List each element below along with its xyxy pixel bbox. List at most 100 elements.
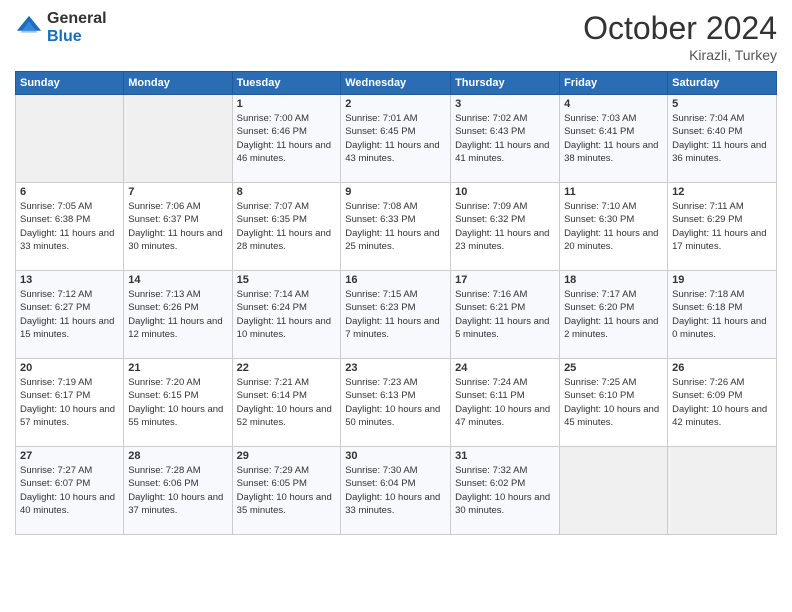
day-number: 25 xyxy=(564,362,663,374)
day-info: Sunrise: 7:25 AMSunset: 6:10 PMDaylight:… xyxy=(564,376,663,429)
header: General Blue October 2024 Kirazli, Turke… xyxy=(15,10,777,63)
day-info: Sunrise: 7:06 AMSunset: 6:37 PMDaylight:… xyxy=(128,200,227,253)
day-number: 11 xyxy=(564,186,663,198)
day-number: 12 xyxy=(672,186,772,198)
day-number: 2 xyxy=(345,98,446,110)
col-wednesday: Wednesday xyxy=(341,72,451,95)
calendar-cell-w5-d6 xyxy=(668,447,777,535)
calendar-cell-w2-d5: 11 Sunrise: 7:10 AMSunset: 6:30 PMDaylig… xyxy=(560,183,668,271)
calendar-cell-w2-d2: 8 Sunrise: 7:07 AMSunset: 6:35 PMDayligh… xyxy=(232,183,341,271)
day-number: 26 xyxy=(672,362,772,374)
col-saturday: Saturday xyxy=(668,72,777,95)
location-subtitle: Kirazli, Turkey xyxy=(583,47,777,63)
calendar-cell-w4-d1: 21 Sunrise: 7:20 AMSunset: 6:15 PMDaylig… xyxy=(124,359,232,447)
day-number: 31 xyxy=(455,450,555,462)
day-info: Sunrise: 7:29 AMSunset: 6:05 PMDaylight:… xyxy=(237,464,337,517)
day-info: Sunrise: 7:00 AMSunset: 6:46 PMDaylight:… xyxy=(237,112,337,165)
day-number: 5 xyxy=(672,98,772,110)
col-tuesday: Tuesday xyxy=(232,72,341,95)
day-number: 3 xyxy=(455,98,555,110)
calendar-cell-w4-d3: 23 Sunrise: 7:23 AMSunset: 6:13 PMDaylig… xyxy=(341,359,451,447)
calendar-cell-w3-d6: 19 Sunrise: 7:18 AMSunset: 6:18 PMDaylig… xyxy=(668,271,777,359)
day-info: Sunrise: 7:19 AMSunset: 6:17 PMDaylight:… xyxy=(20,376,119,429)
day-number: 8 xyxy=(237,186,337,198)
calendar-cell-w1-d4: 3 Sunrise: 7:02 AMSunset: 6:43 PMDayligh… xyxy=(451,95,560,183)
calendar-cell-w3-d0: 13 Sunrise: 7:12 AMSunset: 6:27 PMDaylig… xyxy=(16,271,124,359)
col-friday: Friday xyxy=(560,72,668,95)
month-title: October 2024 xyxy=(583,10,777,47)
day-number: 14 xyxy=(128,274,227,286)
calendar-cell-w3-d3: 16 Sunrise: 7:15 AMSunset: 6:23 PMDaylig… xyxy=(341,271,451,359)
calendar-table: Sunday Monday Tuesday Wednesday Thursday… xyxy=(15,71,777,535)
calendar-cell-w3-d4: 17 Sunrise: 7:16 AMSunset: 6:21 PMDaylig… xyxy=(451,271,560,359)
day-number: 7 xyxy=(128,186,227,198)
calendar-cell-w5-d3: 30 Sunrise: 7:30 AMSunset: 6:04 PMDaylig… xyxy=(341,447,451,535)
day-number: 23 xyxy=(345,362,446,374)
calendar-cell-w1-d3: 2 Sunrise: 7:01 AMSunset: 6:45 PMDayligh… xyxy=(341,95,451,183)
day-number: 10 xyxy=(455,186,555,198)
calendar-cell-w1-d6: 5 Sunrise: 7:04 AMSunset: 6:40 PMDayligh… xyxy=(668,95,777,183)
day-info: Sunrise: 7:26 AMSunset: 6:09 PMDaylight:… xyxy=(672,376,772,429)
day-info: Sunrise: 7:20 AMSunset: 6:15 PMDaylight:… xyxy=(128,376,227,429)
title-block: October 2024 Kirazli, Turkey xyxy=(583,10,777,63)
day-info: Sunrise: 7:11 AMSunset: 6:29 PMDaylight:… xyxy=(672,200,772,253)
logo: General Blue xyxy=(15,10,107,45)
col-thursday: Thursday xyxy=(451,72,560,95)
day-info: Sunrise: 7:15 AMSunset: 6:23 PMDaylight:… xyxy=(345,288,446,341)
day-info: Sunrise: 7:30 AMSunset: 6:04 PMDaylight:… xyxy=(345,464,446,517)
calendar-cell-w3-d1: 14 Sunrise: 7:13 AMSunset: 6:26 PMDaylig… xyxy=(124,271,232,359)
day-info: Sunrise: 7:14 AMSunset: 6:24 PMDaylight:… xyxy=(237,288,337,341)
calendar-cell-w4-d0: 20 Sunrise: 7:19 AMSunset: 6:17 PMDaylig… xyxy=(16,359,124,447)
week-row-2: 6 Sunrise: 7:05 AMSunset: 6:38 PMDayligh… xyxy=(16,183,777,271)
day-number: 30 xyxy=(345,450,446,462)
week-row-1: 1 Sunrise: 7:00 AMSunset: 6:46 PMDayligh… xyxy=(16,95,777,183)
week-row-3: 13 Sunrise: 7:12 AMSunset: 6:27 PMDaylig… xyxy=(16,271,777,359)
day-number: 29 xyxy=(237,450,337,462)
day-info: Sunrise: 7:16 AMSunset: 6:21 PMDaylight:… xyxy=(455,288,555,341)
day-info: Sunrise: 7:09 AMSunset: 6:32 PMDaylight:… xyxy=(455,200,555,253)
calendar-cell-w4-d6: 26 Sunrise: 7:26 AMSunset: 6:09 PMDaylig… xyxy=(668,359,777,447)
day-number: 27 xyxy=(20,450,119,462)
day-info: Sunrise: 7:17 AMSunset: 6:20 PMDaylight:… xyxy=(564,288,663,341)
day-number: 28 xyxy=(128,450,227,462)
day-info: Sunrise: 7:18 AMSunset: 6:18 PMDaylight:… xyxy=(672,288,772,341)
day-number: 1 xyxy=(237,98,337,110)
day-info: Sunrise: 7:04 AMSunset: 6:40 PMDaylight:… xyxy=(672,112,772,165)
day-number: 9 xyxy=(345,186,446,198)
day-number: 15 xyxy=(237,274,337,286)
day-info: Sunrise: 7:02 AMSunset: 6:43 PMDaylight:… xyxy=(455,112,555,165)
calendar-cell-w1-d1 xyxy=(124,95,232,183)
calendar-cell-w3-d5: 18 Sunrise: 7:17 AMSunset: 6:20 PMDaylig… xyxy=(560,271,668,359)
calendar-cell-w4-d5: 25 Sunrise: 7:25 AMSunset: 6:10 PMDaylig… xyxy=(560,359,668,447)
day-info: Sunrise: 7:03 AMSunset: 6:41 PMDaylight:… xyxy=(564,112,663,165)
day-number: 18 xyxy=(564,274,663,286)
day-info: Sunrise: 7:08 AMSunset: 6:33 PMDaylight:… xyxy=(345,200,446,253)
logo-general: General xyxy=(47,10,107,28)
day-number: 6 xyxy=(20,186,119,198)
day-info: Sunrise: 7:12 AMSunset: 6:27 PMDaylight:… xyxy=(20,288,119,341)
calendar-cell-w4-d4: 24 Sunrise: 7:24 AMSunset: 6:11 PMDaylig… xyxy=(451,359,560,447)
calendar-cell-w2-d3: 9 Sunrise: 7:08 AMSunset: 6:33 PMDayligh… xyxy=(341,183,451,271)
day-info: Sunrise: 7:32 AMSunset: 6:02 PMDaylight:… xyxy=(455,464,555,517)
calendar-cell-w2-d0: 6 Sunrise: 7:05 AMSunset: 6:38 PMDayligh… xyxy=(16,183,124,271)
calendar-cell-w2-d4: 10 Sunrise: 7:09 AMSunset: 6:32 PMDaylig… xyxy=(451,183,560,271)
calendar-cell-w2-d1: 7 Sunrise: 7:06 AMSunset: 6:37 PMDayligh… xyxy=(124,183,232,271)
calendar-cell-w2-d6: 12 Sunrise: 7:11 AMSunset: 6:29 PMDaylig… xyxy=(668,183,777,271)
week-row-4: 20 Sunrise: 7:19 AMSunset: 6:17 PMDaylig… xyxy=(16,359,777,447)
week-row-5: 27 Sunrise: 7:27 AMSunset: 6:07 PMDaylig… xyxy=(16,447,777,535)
calendar-cell-w1-d5: 4 Sunrise: 7:03 AMSunset: 6:41 PMDayligh… xyxy=(560,95,668,183)
calendar-cell-w5-d0: 27 Sunrise: 7:27 AMSunset: 6:07 PMDaylig… xyxy=(16,447,124,535)
day-info: Sunrise: 7:10 AMSunset: 6:30 PMDaylight:… xyxy=(564,200,663,253)
calendar-cell-w4-d2: 22 Sunrise: 7:21 AMSunset: 6:14 PMDaylig… xyxy=(232,359,341,447)
calendar-cell-w5-d2: 29 Sunrise: 7:29 AMSunset: 6:05 PMDaylig… xyxy=(232,447,341,535)
logo-blue: Blue xyxy=(47,28,107,46)
calendar-cell-w3-d2: 15 Sunrise: 7:14 AMSunset: 6:24 PMDaylig… xyxy=(232,271,341,359)
calendar-cell-w1-d2: 1 Sunrise: 7:00 AMSunset: 6:46 PMDayligh… xyxy=(232,95,341,183)
day-info: Sunrise: 7:27 AMSunset: 6:07 PMDaylight:… xyxy=(20,464,119,517)
calendar-cell-w5-d5 xyxy=(560,447,668,535)
logo-icon xyxy=(15,14,43,42)
day-info: Sunrise: 7:13 AMSunset: 6:26 PMDaylight:… xyxy=(128,288,227,341)
day-info: Sunrise: 7:07 AMSunset: 6:35 PMDaylight:… xyxy=(237,200,337,253)
day-info: Sunrise: 7:05 AMSunset: 6:38 PMDaylight:… xyxy=(20,200,119,253)
day-number: 22 xyxy=(237,362,337,374)
